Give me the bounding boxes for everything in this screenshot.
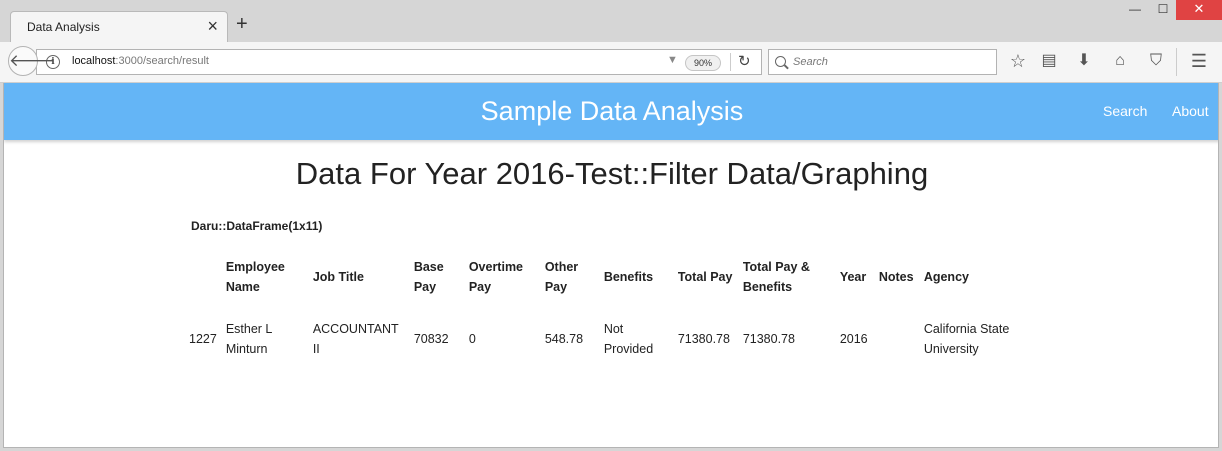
menu-icon[interactable]: ☰ [1187, 49, 1211, 73]
column-header: Job Title [312, 270, 364, 284]
table-cell: ACCOUNTANT II [312, 322, 399, 356]
nav-about-link[interactable]: About [1172, 103, 1209, 119]
url-path: :3000/search/result [115, 55, 209, 67]
column-header: Benefits [603, 270, 654, 284]
app-brand[interactable]: Sample Data Analysis [4, 96, 1218, 127]
table-header-row: Employee Name Job Title Base Pay Overtim… [187, 251, 1041, 303]
tab-title: Data Analysis [27, 20, 100, 34]
column-header: Total Pay & Benefits [742, 260, 810, 294]
zoom-badge[interactable]: 90% [685, 55, 721, 71]
toolbar-divider [1176, 48, 1177, 76]
data-table: Employee Name Job Title Base Pay Overtim… [187, 251, 1041, 365]
reader-icon[interactable]: ▤ [1037, 49, 1061, 73]
table-cell: 0 [468, 332, 476, 346]
reload-icon[interactable]: ↻ [738, 52, 751, 70]
table-cell: 548.78 [544, 332, 584, 346]
tab-strip: Data Analysis × + — ☐ ✕ [0, 0, 1222, 42]
star-icon[interactable]: ☆ [1006, 49, 1030, 73]
column-header: Agency [923, 270, 969, 284]
url-text[interactable]: localhost:3000/search/result [72, 55, 209, 67]
dataframe-label: Daru::DataFrame(1x11) [191, 219, 323, 233]
browser-tab[interactable]: Data Analysis × [10, 11, 228, 42]
table-row: 1227 Esther L Minturn ACCOUNTANT II 7083… [187, 303, 1041, 365]
app-header: Sample Data Analysis Search About [4, 83, 1218, 140]
table-cell: Not Provided [603, 322, 654, 356]
close-window-button[interactable]: ✕ [1176, 0, 1222, 20]
url-bar[interactable]: i localhost:3000/search/result ▼ 90% ↻ [36, 49, 762, 75]
column-header: Total Pay [677, 270, 733, 284]
page-viewport: Sample Data Analysis Search About Data F… [3, 83, 1219, 448]
minimize-button[interactable]: — [1120, 0, 1150, 20]
table-cell: 71380.78 [742, 332, 795, 346]
close-tab-icon[interactable]: × [207, 15, 218, 37]
table-cell: 71380.78 [677, 332, 730, 346]
column-header: Overtime Pay [468, 260, 524, 294]
column-header: Base Pay [413, 260, 444, 294]
table-cell: California State University [923, 322, 1010, 356]
page-title: Data For Year 2016-Test::Filter Data/Gra… [295, 156, 929, 191]
table-cell [877, 303, 922, 365]
search-input[interactable] [793, 53, 983, 71]
column-header: Notes [878, 270, 914, 284]
column-header: Year [839, 270, 867, 284]
column-header: Other Pay [544, 260, 579, 294]
table-cell: 2016 [839, 332, 868, 346]
back-arrow-icon: 🡐 [9, 51, 55, 70]
dropdown-icon[interactable]: ▼ [667, 54, 678, 66]
navigation-toolbar: i localhost:3000/search/result ▼ 90% ↻ 🡐… [0, 42, 1222, 83]
new-tab-button[interactable]: + [236, 13, 248, 35]
maximize-button[interactable]: ☐ [1148, 0, 1178, 20]
search-icon [775, 56, 786, 67]
table-cell: Esther L Minturn [225, 322, 272, 356]
table-cell-index: 1227 [189, 332, 217, 346]
url-host: localhost [72, 55, 116, 67]
column-header: Employee Name [225, 260, 285, 294]
search-bar[interactable] [768, 49, 997, 75]
download-icon[interactable]: ⬇ [1072, 49, 1096, 73]
url-divider [730, 53, 731, 71]
table-cell: 70832 [413, 332, 449, 346]
pocket-icon[interactable]: ⛉ [1144, 49, 1168, 73]
home-icon[interactable]: ⌂ [1108, 49, 1132, 73]
column-header [187, 251, 224, 303]
back-button[interactable]: 🡐 [8, 46, 55, 76]
nav-search-link[interactable]: Search [1103, 103, 1147, 119]
